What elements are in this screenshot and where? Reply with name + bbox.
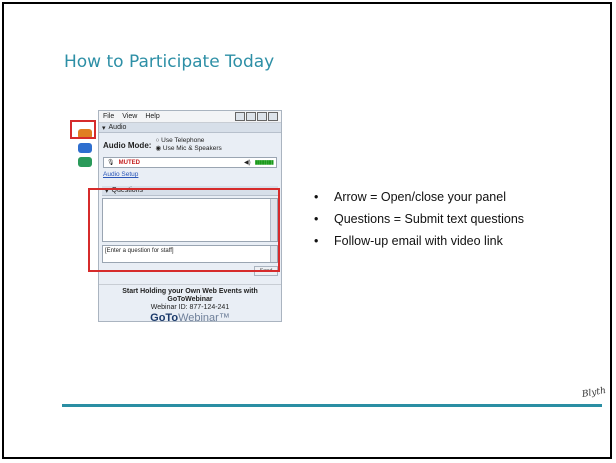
slide: How to Participate Today File View Help …	[2, 2, 612, 459]
mic-icon[interactable]: 🎙	[107, 159, 115, 166]
audio-section-label: Audio	[108, 124, 127, 131]
muted-label: MUTED	[118, 159, 140, 166]
blyth-logo: Blyth	[581, 385, 607, 401]
audio-mode-label: Audio Mode:	[103, 140, 152, 150]
menu-help[interactable]: Help	[145, 113, 159, 120]
audio-section: Audio Mode: ○ Use Telephone ◉ Use Mic & …	[99, 133, 281, 180]
menu-bar: File View Help	[99, 111, 281, 123]
menu-view[interactable]: View	[122, 113, 137, 120]
arrow-highlight	[70, 120, 96, 139]
speaker-icon: ◀)	[243, 160, 251, 166]
radio-telephone[interactable]: ○ Use Telephone	[155, 137, 221, 145]
footer-rule	[62, 404, 602, 407]
close-icon[interactable]	[268, 112, 278, 121]
restore-icon[interactable]	[246, 112, 256, 121]
radio-mic-speakers[interactable]: ◉ Use Mic & Speakers	[155, 145, 221, 153]
minimize-icon[interactable]	[235, 112, 245, 121]
volume-bars: ▮▮▮▮▮▮▮▮	[254, 160, 274, 166]
promo-line2: GoToWebinar	[167, 296, 213, 303]
screen-icon[interactable]	[78, 143, 92, 153]
promo-line1: Start Holding your Own Web Events with	[122, 288, 258, 295]
questions-highlight	[88, 188, 280, 272]
webinar-id: Webinar ID: 877-124-241	[150, 304, 230, 311]
promo-banner: Start Holding your Own Web Events with G…	[99, 284, 281, 324]
window-buttons	[235, 112, 278, 121]
bullet-item: • Follow-up email with video link	[314, 234, 503, 248]
bullet-item: • Arrow = Open/close your panel	[314, 190, 506, 204]
audio-section-header[interactable]: ▾ Audio	[99, 123, 281, 133]
collapse-icon[interactable]: ▾	[102, 124, 106, 132]
dock-icon[interactable]	[257, 112, 267, 121]
menu-file[interactable]: File	[103, 113, 114, 120]
gotowebinar-logo: GoToWebinar™	[150, 312, 230, 324]
bullet-list: • Arrow = Open/close your panel • Question…	[314, 186, 524, 252]
audio-meter: 🎙 MUTED ◀) ▮▮▮▮▮▮▮▮	[103, 157, 277, 168]
bullet-item: • Questions = Submit text questions	[314, 212, 525, 226]
audio-setup-link[interactable]: Audio Setup	[103, 171, 277, 178]
slide-title: How to Participate Today	[64, 52, 275, 72]
hand-icon[interactable]	[78, 157, 92, 167]
